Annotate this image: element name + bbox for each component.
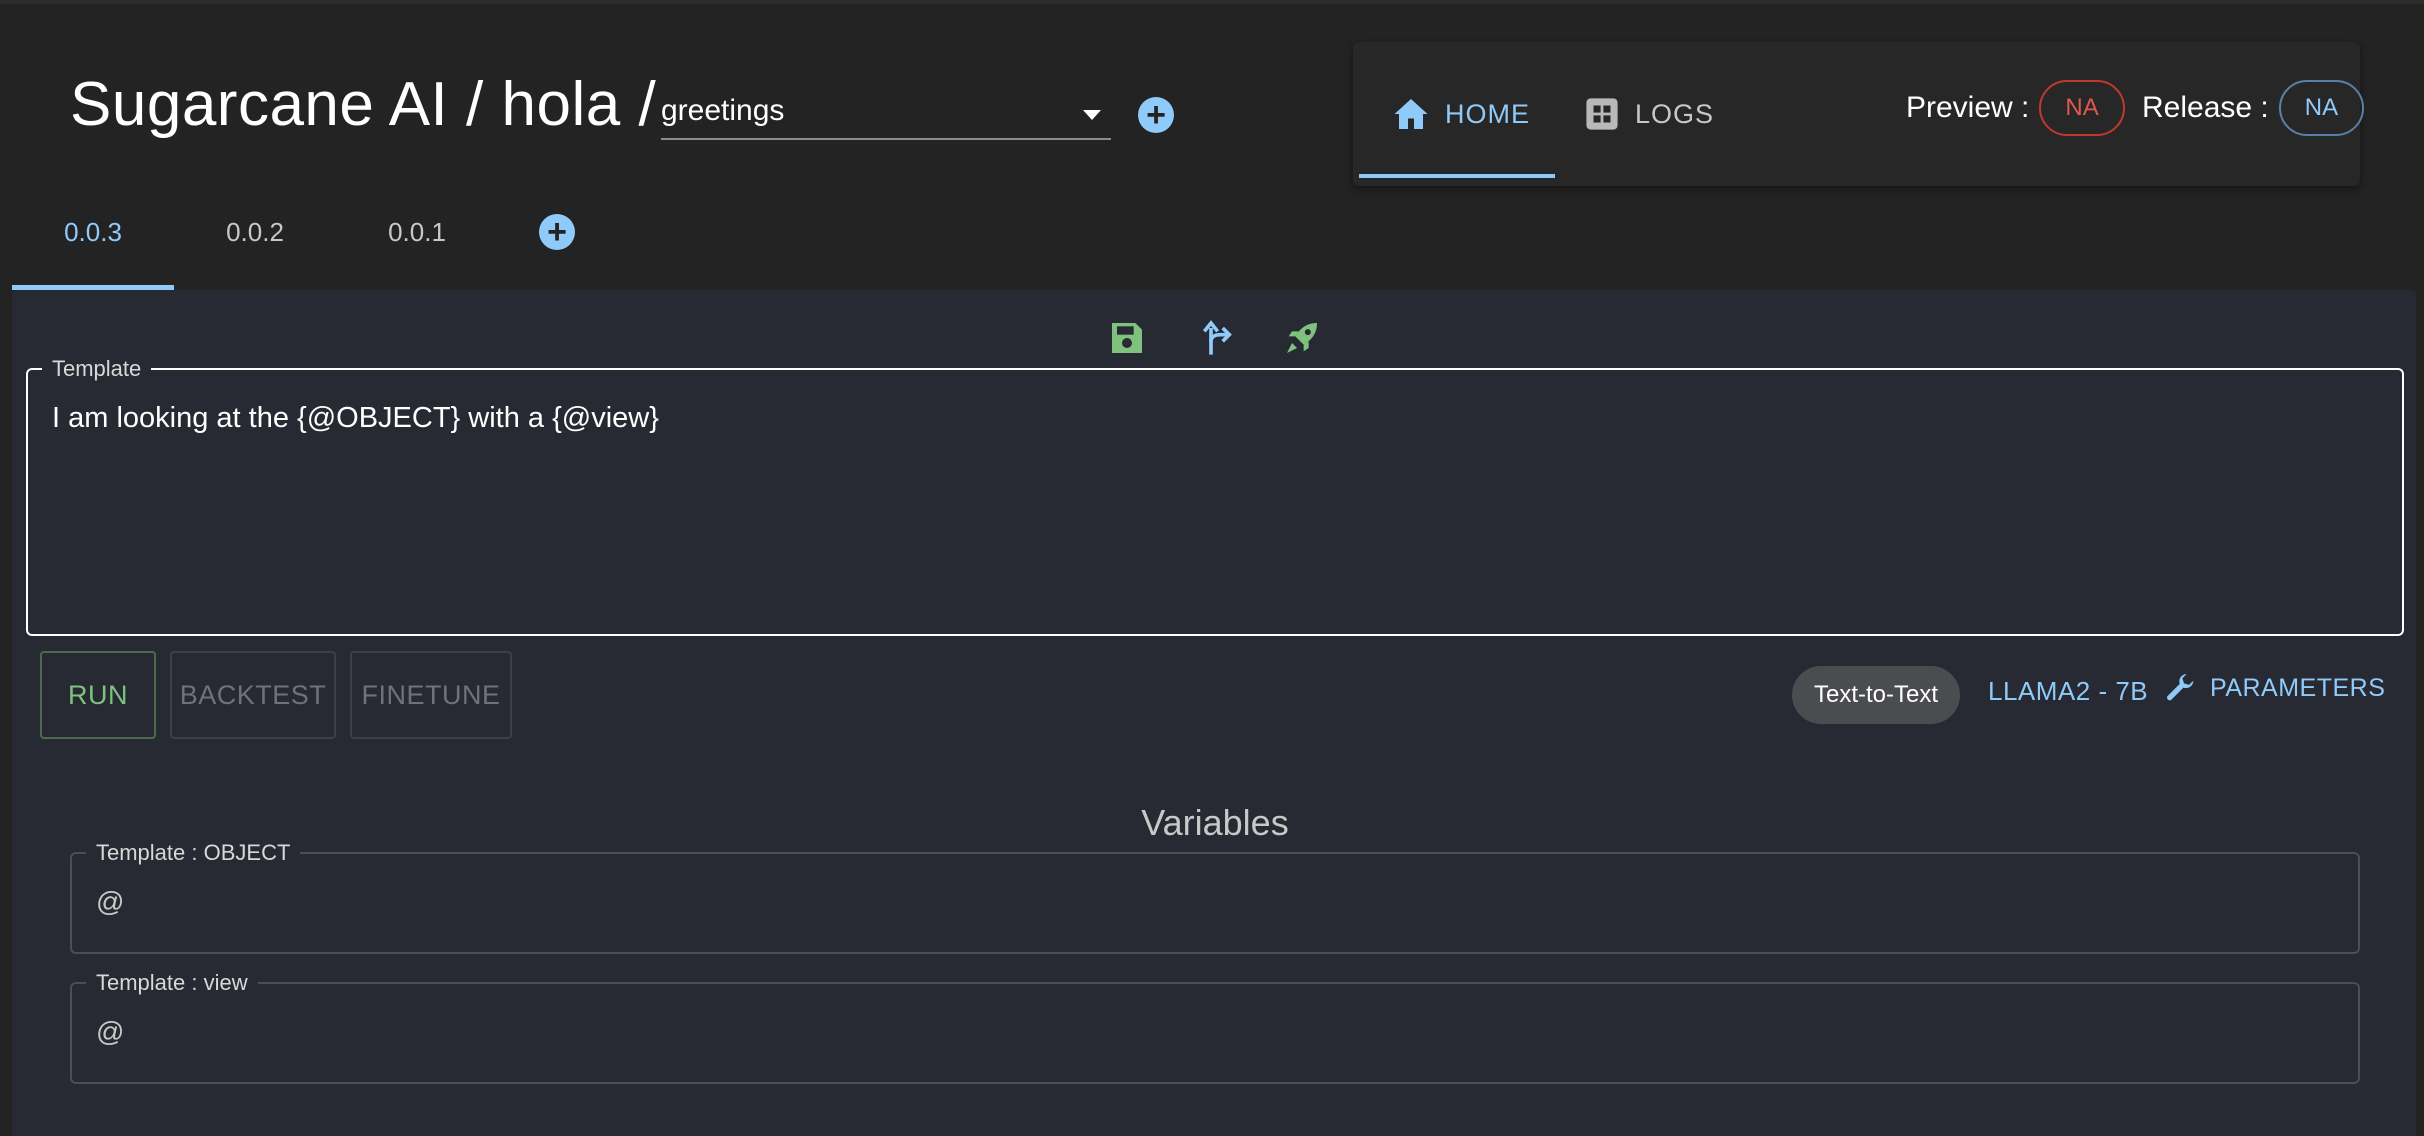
add-task-icon[interactable]: + (1138, 97, 1174, 133)
template-field[interactable]: Template (26, 356, 2404, 636)
breadcrumb-project[interactable]: hola (501, 69, 620, 140)
add-version-icon[interactable]: + (539, 214, 575, 250)
variable-field-object[interactable]: Template : OBJECT (70, 840, 2360, 954)
backtest-button[interactable]: BACKTEST (170, 651, 336, 739)
breadcrumb-separator: / (466, 69, 484, 139)
version-tab[interactable]: 0.0.1 (336, 200, 498, 290)
release-status: Release : NA (2142, 78, 2365, 138)
task-select[interactable]: greetings (661, 84, 1111, 140)
nav-panel: HOME LOGS Preview : NA Release : NA (1353, 42, 2365, 186)
save-icon[interactable] (1107, 316, 1147, 360)
tab-home[interactable]: HOME (1353, 42, 1553, 186)
release-badge[interactable]: NA (2278, 80, 2365, 136)
top-edge (0, 0, 2424, 4)
preview-badge[interactable]: NA (2039, 80, 2125, 136)
template-label: Template (52, 356, 142, 381)
finetune-button[interactable]: FINETUNE (350, 651, 512, 739)
tab-home-label: HOME (1445, 98, 1530, 129)
variable-field-view[interactable]: Template : view (70, 970, 2360, 1084)
variable-prefix: @ (96, 886, 125, 917)
task-select-value: greetings (661, 94, 785, 127)
parameters-button[interactable]: PARAMETERS (2164, 672, 2385, 704)
release-label: Release : (2142, 91, 2269, 124)
mode-chip[interactable]: Text-to-Text (1792, 666, 1960, 724)
wrench-icon (2167, 673, 2194, 701)
version-tab[interactable]: 0.0.2 (174, 200, 336, 290)
home-icon (1394, 99, 1428, 129)
variable-label: Template : OBJECT (96, 840, 291, 865)
run-button[interactable]: RUN (40, 651, 156, 739)
preview-status: Preview : NA (1906, 78, 2125, 138)
rocket-icon[interactable] (1282, 316, 1322, 360)
dashboard-icon (1586, 98, 1618, 130)
model-name[interactable]: LLAMA2 - 7B (1988, 676, 2148, 707)
breadcrumb: Sugarcane AI / hola / (70, 64, 656, 144)
tab-logs-label: LOGS (1635, 98, 1715, 129)
variable-label: Template : view (96, 970, 248, 995)
template-input[interactable]: I am looking at the {@OBJECT} with a {@v… (52, 402, 659, 435)
breadcrumb-separator: / (638, 69, 657, 139)
tab-logs[interactable]: LOGS (1585, 42, 1745, 186)
dropdown-arrow-icon[interactable] (1083, 110, 1101, 120)
variable-prefix: @ (96, 1016, 125, 1047)
fork-icon[interactable] (1196, 316, 1236, 360)
parameters-label: PARAMETERS (2210, 673, 2386, 702)
breadcrumb-org[interactable]: Sugarcane AI (70, 69, 448, 140)
version-tab[interactable]: 0.0.3 (12, 200, 174, 290)
preview-label: Preview : (1906, 91, 2030, 124)
tab-active-indicator (1359, 174, 1555, 178)
variables-heading: Variables (1141, 802, 1289, 843)
